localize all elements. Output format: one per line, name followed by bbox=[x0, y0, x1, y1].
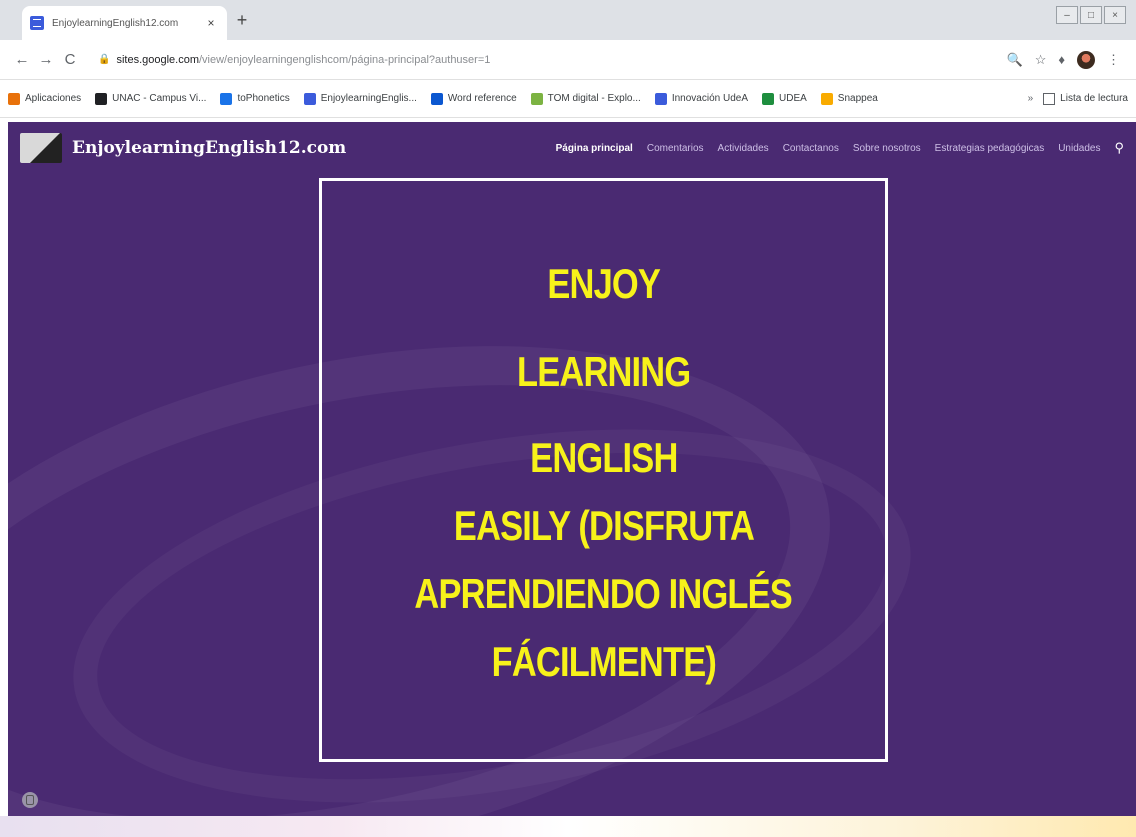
hero-line: FÁCILMENTE) bbox=[491, 638, 716, 685]
close-window-button[interactable]: × bbox=[1104, 6, 1126, 24]
browser-tab[interactable]: EnjoylearningEnglish12.com × bbox=[22, 6, 227, 40]
hero-banner: ENJOY LEARNING ENGLISH EASILY (DISFRUTA … bbox=[319, 178, 888, 762]
site-nav-item[interactable]: Comentarios bbox=[647, 143, 704, 154]
bookmark-item[interactable]: toPhonetics bbox=[220, 92, 290, 105]
hero-line: ENGLISH bbox=[529, 434, 678, 481]
taskbar-strip bbox=[0, 816, 1136, 837]
bookmarks-bar: Aplicaciones UNAC - Campus Vi... toPhoneti… bbox=[0, 80, 1136, 118]
bookmarks-right: » Lista de lectura bbox=[1028, 92, 1128, 105]
zoom-icon[interactable]: 🔍 bbox=[1007, 52, 1023, 68]
search-icon[interactable]: ⚲ bbox=[1114, 140, 1124, 156]
profile-avatar[interactable] bbox=[1077, 50, 1095, 69]
site-nav-item[interactable]: Contactanos bbox=[783, 143, 839, 154]
bookmark-label: TOM digital - Explo... bbox=[547, 93, 641, 104]
menu-icon[interactable]: ⋮ bbox=[1107, 52, 1120, 68]
minimize-button[interactable]: – bbox=[1056, 6, 1078, 24]
url-host: sites.google.com bbox=[116, 53, 199, 66]
apps-grid-icon bbox=[8, 92, 20, 105]
google-sites-icon bbox=[654, 92, 667, 105]
bookmark-item[interactable]: UDEA bbox=[762, 92, 807, 105]
forward-button[interactable]: → bbox=[34, 48, 58, 72]
bookmark-item[interactable]: Innovación UdeA bbox=[654, 92, 748, 105]
hero-line: EASILY (DISFRUTA bbox=[453, 502, 754, 549]
reading-list-icon bbox=[1043, 92, 1056, 105]
site-nav-item[interactable]: Estrategias pedagógicas bbox=[935, 143, 1045, 154]
bookmark-label: EnjoylearningEnglis... bbox=[320, 93, 417, 104]
lock-icon: 🔒 bbox=[98, 54, 111, 65]
site-nav-item[interactable]: Actividades bbox=[718, 143, 769, 154]
tab-title: EnjoylearningEnglish12.com bbox=[52, 17, 179, 29]
address-bar[interactable]: 🔒 sites.google.com /view/enjoylearningen… bbox=[90, 46, 1007, 74]
site-nav: Página principal Comentarios Actividades Co… bbox=[556, 140, 1124, 156]
browser-tab-strip: EnjoylearningEnglish12.com × + – □ × bbox=[0, 0, 1136, 40]
bookmark-item[interactable]: Snappea bbox=[820, 92, 878, 105]
reload-button[interactable]: C bbox=[58, 48, 82, 72]
reading-list-label: Lista de lectura bbox=[1060, 93, 1128, 104]
bookmark-label: UDEA bbox=[779, 93, 807, 104]
tophonetics-icon bbox=[220, 92, 233, 105]
bookmark-item[interactable]: Aplicaciones bbox=[8, 92, 82, 105]
bookmark-label: Word reference bbox=[447, 93, 517, 104]
bookmark-label: Snappea bbox=[837, 93, 878, 104]
back-button[interactable]: ← bbox=[10, 48, 34, 72]
wordreference-icon bbox=[430, 92, 443, 105]
bookmark-item[interactable]: TOM digital - Explo... bbox=[530, 92, 641, 105]
browser-toolbar: ← → C 🔒 sites.google.com /view/enjoylear… bbox=[0, 40, 1136, 80]
window-controls: – □ × bbox=[1056, 6, 1126, 24]
site-title[interactable]: EnjoylearningEnglish12.com bbox=[72, 138, 346, 158]
extensions-icon[interactable]: ♦ bbox=[1058, 52, 1065, 67]
site-logo[interactable] bbox=[20, 133, 62, 163]
tom-digital-icon bbox=[530, 92, 543, 105]
bookmark-item[interactable]: EnjoylearningEnglis... bbox=[303, 92, 417, 105]
new-tab-button[interactable]: + bbox=[232, 10, 252, 31]
tab-close-button[interactable]: × bbox=[203, 16, 219, 30]
maximize-button[interactable]: □ bbox=[1080, 6, 1102, 24]
site-nav-item[interactable]: Sobre nosotros bbox=[853, 143, 921, 154]
site-nav-item[interactable]: Unidades bbox=[1058, 143, 1100, 154]
star-icon[interactable]: ☆ bbox=[1035, 52, 1047, 68]
site-page: EnjoylearningEnglish12.com Página princi… bbox=[8, 122, 1136, 816]
globe-icon bbox=[95, 92, 108, 105]
hero-line: ENJOY bbox=[547, 260, 660, 307]
google-sites-icon bbox=[30, 16, 44, 30]
report-abuse-button[interactable] bbox=[22, 792, 38, 808]
url-path: /view/enjoylearningenglishcom/página-pri… bbox=[199, 53, 491, 66]
bookmark-label: Aplicaciones bbox=[25, 93, 82, 104]
site-nav-item[interactable]: Página principal bbox=[556, 143, 633, 154]
hero-line: APRENDIENDO INGLÉS bbox=[414, 570, 793, 617]
google-sites-icon bbox=[303, 92, 316, 105]
site-header: EnjoylearningEnglish12.com Página princi… bbox=[8, 122, 1136, 174]
hero-line: LEARNING bbox=[516, 348, 691, 395]
bookmark-label: toPhonetics bbox=[237, 93, 290, 104]
reading-list-button[interactable]: Lista de lectura bbox=[1043, 92, 1128, 105]
bookmark-item[interactable]: Word reference bbox=[430, 92, 517, 105]
bookmark-label: Innovación UdeA bbox=[671, 93, 748, 104]
google-drive-icon bbox=[762, 92, 774, 105]
bookmarks-more-button[interactable]: » bbox=[1028, 93, 1034, 104]
snappea-icon bbox=[820, 92, 833, 105]
bookmark-item[interactable]: UNAC - Campus Vi... bbox=[95, 92, 207, 105]
bookmark-label: UNAC - Campus Vi... bbox=[112, 93, 207, 104]
toolbar-icons: 🔍 ☆ ♦ ⋮ bbox=[1007, 50, 1120, 69]
